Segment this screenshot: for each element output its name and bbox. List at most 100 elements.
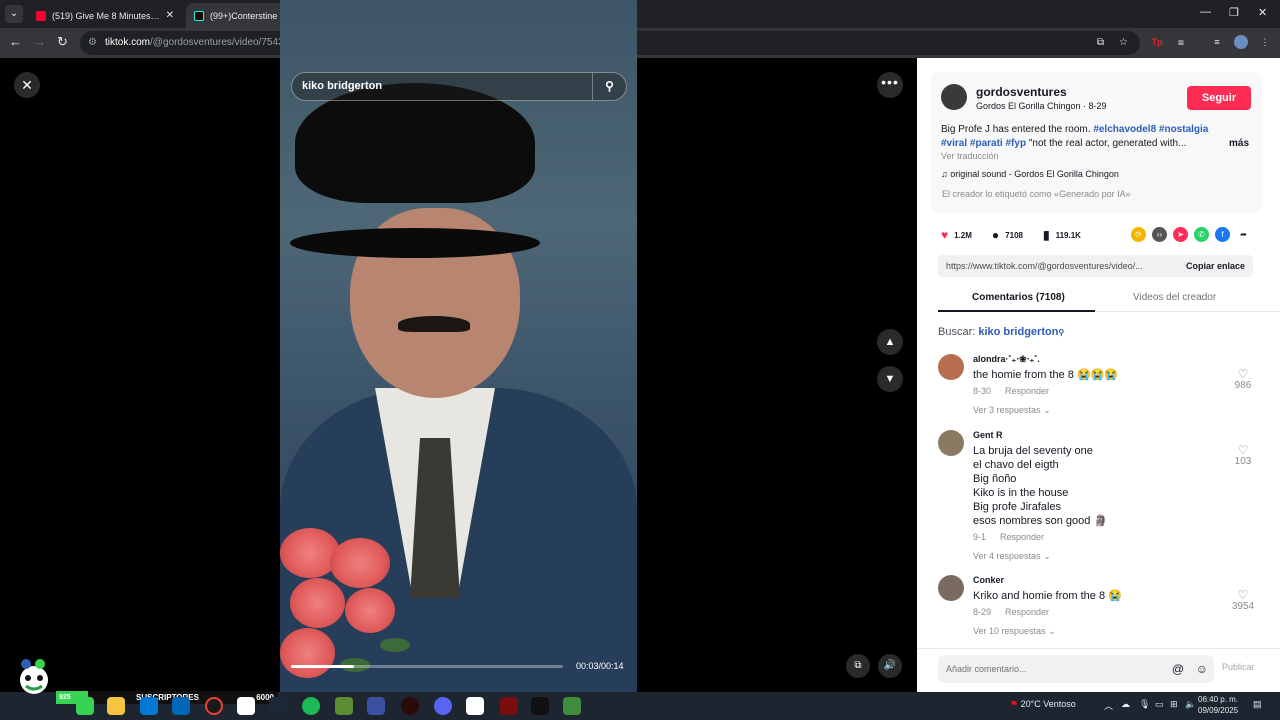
install-app-icon[interactable]: ⧉: [1097, 31, 1104, 55]
comment-author[interactable]: Gent R: [973, 430, 1003, 440]
share-arrow-icon[interactable]: ➦: [1236, 227, 1251, 242]
next-video-button[interactable]: ▼: [877, 366, 903, 392]
view-replies-label: Ver 4 respuestas: [973, 551, 1041, 561]
search-prefix: Buscar:: [938, 326, 976, 338]
steam-icon[interactable]: [269, 697, 287, 715]
comment-author[interactable]: alondra·˚₊‧❀‧₊˚.: [973, 354, 1040, 365]
more-options-icon[interactable]: •••: [877, 72, 903, 98]
reply-button[interactable]: Responder: [1005, 607, 1049, 617]
site-info-icon[interactable]: ⚙: [88, 31, 97, 55]
publish-button[interactable]: Publicar: [1222, 662, 1255, 672]
obs-icon[interactable]: [401, 697, 419, 715]
back-icon[interactable]: ←: [9, 34, 22, 50]
search-keyword[interactable]: kiko bridgerton: [978, 326, 1058, 338]
extension-tp-icon[interactable]: Tp: [1150, 35, 1164, 49]
video-search-box[interactable]: kiko bridgerton ⚲: [291, 72, 627, 101]
like-button[interactable]: ♥ 1.2M: [941, 228, 972, 242]
send-icon[interactable]: ➤: [1173, 227, 1188, 242]
picture-in-picture-icon[interactable]: ⧉: [846, 654, 870, 678]
system-clock[interactable]: 06:40 p. m. 09/09/2025: [1198, 694, 1238, 716]
microphone-icon[interactable]: 🎙: [1139, 699, 1150, 710]
spotify-icon[interactable]: [302, 697, 320, 715]
speaker-icon[interactable]: 🔈: [1185, 699, 1196, 710]
tab-creator-videos[interactable]: Videos del creador: [1133, 292, 1216, 303]
comment-avatar[interactable]: [938, 575, 964, 601]
comment-avatar[interactable]: [938, 430, 964, 456]
battery-icon[interactable]: ▭: [1155, 699, 1164, 710]
minecraft-launcher-icon[interactable]: [563, 697, 581, 715]
repost-icon[interactable]: ⟳: [1131, 227, 1146, 242]
close-tab-icon[interactable]: ✕: [166, 10, 174, 21]
tab-comments[interactable]: Comentarios (7108): [972, 292, 1065, 303]
search-icon[interactable]: ⚲: [592, 73, 626, 100]
minecraft-icon[interactable]: [335, 697, 353, 715]
notifications-icon[interactable]: ▤: [1253, 699, 1262, 710]
view-replies-button[interactable]: Ver 4 respuestas ⌄: [973, 551, 1051, 562]
music-note-icon: ♫: [941, 169, 951, 179]
profile-avatar[interactable]: [1234, 35, 1248, 49]
extensions-puzzle-icon[interactable]: ⧈: [1174, 35, 1188, 49]
creator-avatar[interactable]: [941, 84, 967, 110]
see-more-button[interactable]: más: [1229, 137, 1249, 151]
video-link[interactable]: https://www.tiktok.com/@gordosventures/v…: [946, 255, 1166, 277]
hashtag-link[interactable]: #elchavodel8: [1093, 124, 1156, 135]
view-replies-button[interactable]: Ver 3 respuestas ⌄: [973, 405, 1051, 416]
volume-icon[interactable]: 🔊: [878, 654, 902, 678]
capcut-icon[interactable]: [531, 697, 549, 715]
sound-row[interactable]: ♫ original sound - Gordos El Gorilla Chi…: [941, 169, 1119, 179]
previous-video-button[interactable]: ▲: [877, 329, 903, 355]
minimize-icon[interactable]: —: [1200, 6, 1211, 18]
start-app-icon[interactable]: [140, 697, 158, 715]
chrome-icon[interactable]: [205, 697, 223, 715]
comment-like-button[interactable]: ♡ 3954: [1228, 589, 1258, 612]
bookmark-star-icon[interactable]: ☆: [1119, 31, 1128, 55]
video-progress-bar[interactable]: [291, 665, 563, 668]
comment-button[interactable]: ● 7108: [992, 228, 1023, 242]
vscode-icon[interactable]: [367, 697, 385, 715]
game-app-icon[interactable]: [500, 697, 518, 715]
comment-like-button[interactable]: ♡ 986: [1228, 368, 1258, 391]
forward-icon[interactable]: →: [33, 34, 46, 50]
view-replies-button[interactable]: Ver 10 respuestas ⌄: [973, 626, 1056, 637]
reload-icon[interactable]: ↻: [57, 34, 68, 50]
save-button[interactable]: ▮ 119.1K: [1043, 228, 1081, 242]
reply-button[interactable]: Responder: [1005, 386, 1049, 396]
media-controls-icon[interactable]: ≡: [1210, 35, 1224, 49]
tab-search-icon[interactable]: ⌄: [5, 5, 23, 23]
network-icon[interactable]: ⊞: [1170, 699, 1178, 710]
emoji-icon[interactable]: ☺: [1196, 655, 1208, 683]
tab-title: (519) Give Me 8 Minutes And I'll: [52, 10, 160, 21]
hashtag-link[interactable]: #nostalgia: [1159, 124, 1208, 135]
facebook-icon[interactable]: f: [1215, 227, 1230, 242]
reply-button[interactable]: Responder: [1000, 532, 1044, 542]
copy-link-button[interactable]: Copiar enlace: [1186, 255, 1245, 277]
cloud-icon[interactable]: ☁: [1121, 699, 1130, 710]
follow-button[interactable]: Seguir: [1187, 86, 1251, 110]
comment-avatar[interactable]: [938, 354, 964, 380]
menu-dots-icon[interactable]: ⋮: [1258, 35, 1272, 49]
tab-youtube[interactable]: (519) Give Me 8 Minutes And I'll ✕: [28, 3, 182, 28]
file-explorer-icon[interactable]: [107, 697, 125, 715]
close-video-button[interactable]: ✕: [14, 72, 40, 98]
hashtag-link[interactable]: #fyp: [1006, 138, 1027, 149]
mention-icon[interactable]: @: [1172, 655, 1184, 683]
related-search[interactable]: Buscar: kiko bridgerton⚲: [938, 326, 1064, 338]
embed-icon[interactable]: ‹›: [1152, 227, 1167, 242]
comment-author[interactable]: Conker: [973, 575, 1004, 585]
taskbar-search-icon[interactable]: [76, 697, 94, 715]
store-icon[interactable]: [237, 697, 255, 715]
discord-icon[interactable]: [434, 697, 452, 715]
weather-widget[interactable]: ⚑ 20°C Ventoso: [1010, 699, 1076, 710]
hashtag-link[interactable]: #viral: [941, 138, 967, 149]
whatsapp-icon[interactable]: ✆: [1194, 227, 1209, 242]
outlook-icon[interactable]: [172, 697, 190, 715]
comment-input[interactable]: Añadir comentario... @ ☺: [938, 655, 1214, 683]
creator-username[interactable]: gordosventures: [976, 85, 1067, 99]
hashtag-link[interactable]: #parati: [970, 138, 1003, 149]
notion-icon[interactable]: [466, 697, 484, 715]
translate-link[interactable]: Ver traducción: [941, 151, 999, 161]
restore-icon[interactable]: ❐: [1229, 6, 1239, 19]
close-window-icon[interactable]: ✕: [1258, 6, 1267, 19]
tray-chevron-icon[interactable]: ︿: [1104, 699, 1113, 712]
comment-like-button[interactable]: ♡ 103: [1228, 444, 1258, 467]
